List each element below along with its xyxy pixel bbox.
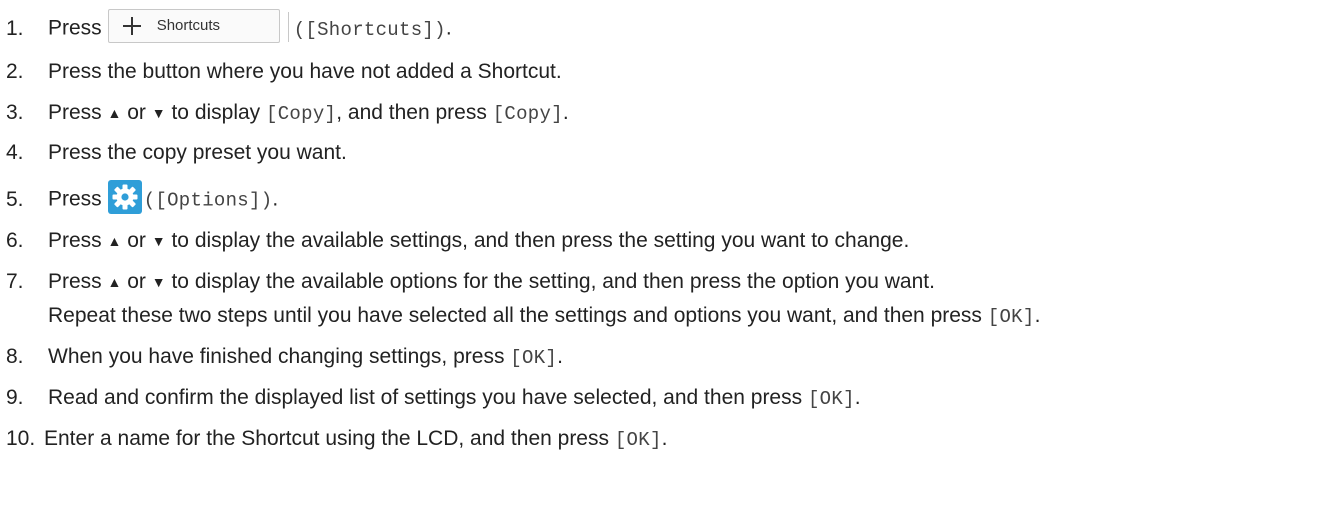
step-text: Press the button where you have not adde…	[48, 60, 562, 83]
step-punct: .	[854, 386, 861, 409]
gear-icon[interactable]	[107, 180, 142, 214]
step-2: 2. Press the button where you have not ad…	[6, 60, 562, 84]
step-number: 8.	[6, 345, 24, 368]
step-punct: .	[445, 16, 452, 40]
step-number: 1.	[6, 16, 24, 40]
step-text: or	[127, 270, 146, 293]
step-punct: .	[557, 345, 563, 368]
step-punct: .	[272, 187, 279, 211]
up-arrow-icon: ▲	[107, 105, 122, 121]
step-text: Press	[48, 229, 102, 252]
mono-label: [Copy]	[492, 103, 563, 125]
step-text: or	[127, 229, 146, 252]
step-6: 6. Press ▲ or ▼ to display the available …	[6, 229, 909, 254]
step-9: 9. Read and confirm the displayed list of…	[6, 386, 861, 411]
step-8: 8. When you have finished changing settin…	[6, 345, 563, 370]
step-text: , and then press	[336, 101, 487, 124]
step-text: Press	[48, 187, 102, 211]
step-10: 10. Enter a name for the Shortcut using t…	[6, 427, 668, 452]
plus-icon	[122, 17, 141, 35]
step-text: Repeat these two steps until you have se…	[48, 304, 982, 327]
up-arrow-icon: ▲	[107, 274, 122, 290]
step-number: 5.	[6, 187, 24, 211]
mono-label: [OK]	[510, 347, 558, 369]
shortcuts-button[interactable]: Shortcuts	[107, 9, 289, 43]
down-arrow-icon: ▼	[151, 233, 166, 249]
step-text: to display the available settings, and t…	[171, 229, 910, 252]
step-5: 5. Press ([Options]).	[6, 180, 279, 217]
step-text: to display	[171, 101, 261, 124]
step-1: 1. Press Shortcuts ([Shortcuts]).	[6, 9, 452, 46]
step-punct: .	[1034, 304, 1041, 327]
step-4: 4. Press the copy preset you want.	[6, 141, 347, 165]
step-text: When you have finished changing settings…	[48, 345, 505, 368]
step-3: 3. Press ▲ or ▼ to display [Copy], and th…	[6, 101, 569, 126]
mono-label: [OK]	[807, 388, 855, 410]
mono-label: ([Shortcuts])	[293, 18, 446, 41]
step-7-continuation: Repeat these two steps until you have se…	[6, 304, 1040, 329]
step-number: 9.	[6, 386, 24, 409]
mono-label: [OK]	[614, 429, 662, 451]
down-arrow-icon: ▼	[151, 274, 166, 290]
down-arrow-icon: ▼	[151, 105, 166, 121]
step-number: 2.	[6, 60, 24, 83]
step-text: to display the available options for the…	[171, 270, 935, 293]
step-punct: .	[661, 427, 668, 450]
mono-label: [Copy]	[266, 103, 337, 125]
mono-label: [OK]	[987, 306, 1035, 328]
step-number: 10.	[6, 427, 36, 450]
step-punct: .	[562, 101, 569, 124]
button-edge	[287, 12, 289, 42]
step-text: Enter a name for the Shortcut using the …	[44, 427, 609, 450]
shortcuts-button-label: Shortcuts	[156, 17, 221, 34]
step-number: 3.	[6, 101, 24, 124]
step-text: Press the copy preset you want.	[48, 141, 347, 164]
step-number: 6.	[6, 229, 24, 252]
step-number: 7.	[6, 270, 24, 293]
step-text: Read and confirm the displayed list of s…	[48, 386, 803, 409]
step-7: 7. Press ▲ or ▼ to display the available …	[6, 270, 935, 295]
step-number: 4.	[6, 141, 24, 164]
step-text: Press	[48, 101, 102, 124]
step-text: Press	[48, 270, 102, 293]
up-arrow-icon: ▲	[107, 233, 122, 249]
mono-label: ([Options])	[143, 189, 273, 212]
step-text: or	[127, 101, 146, 124]
step-text: Press	[48, 16, 102, 40]
